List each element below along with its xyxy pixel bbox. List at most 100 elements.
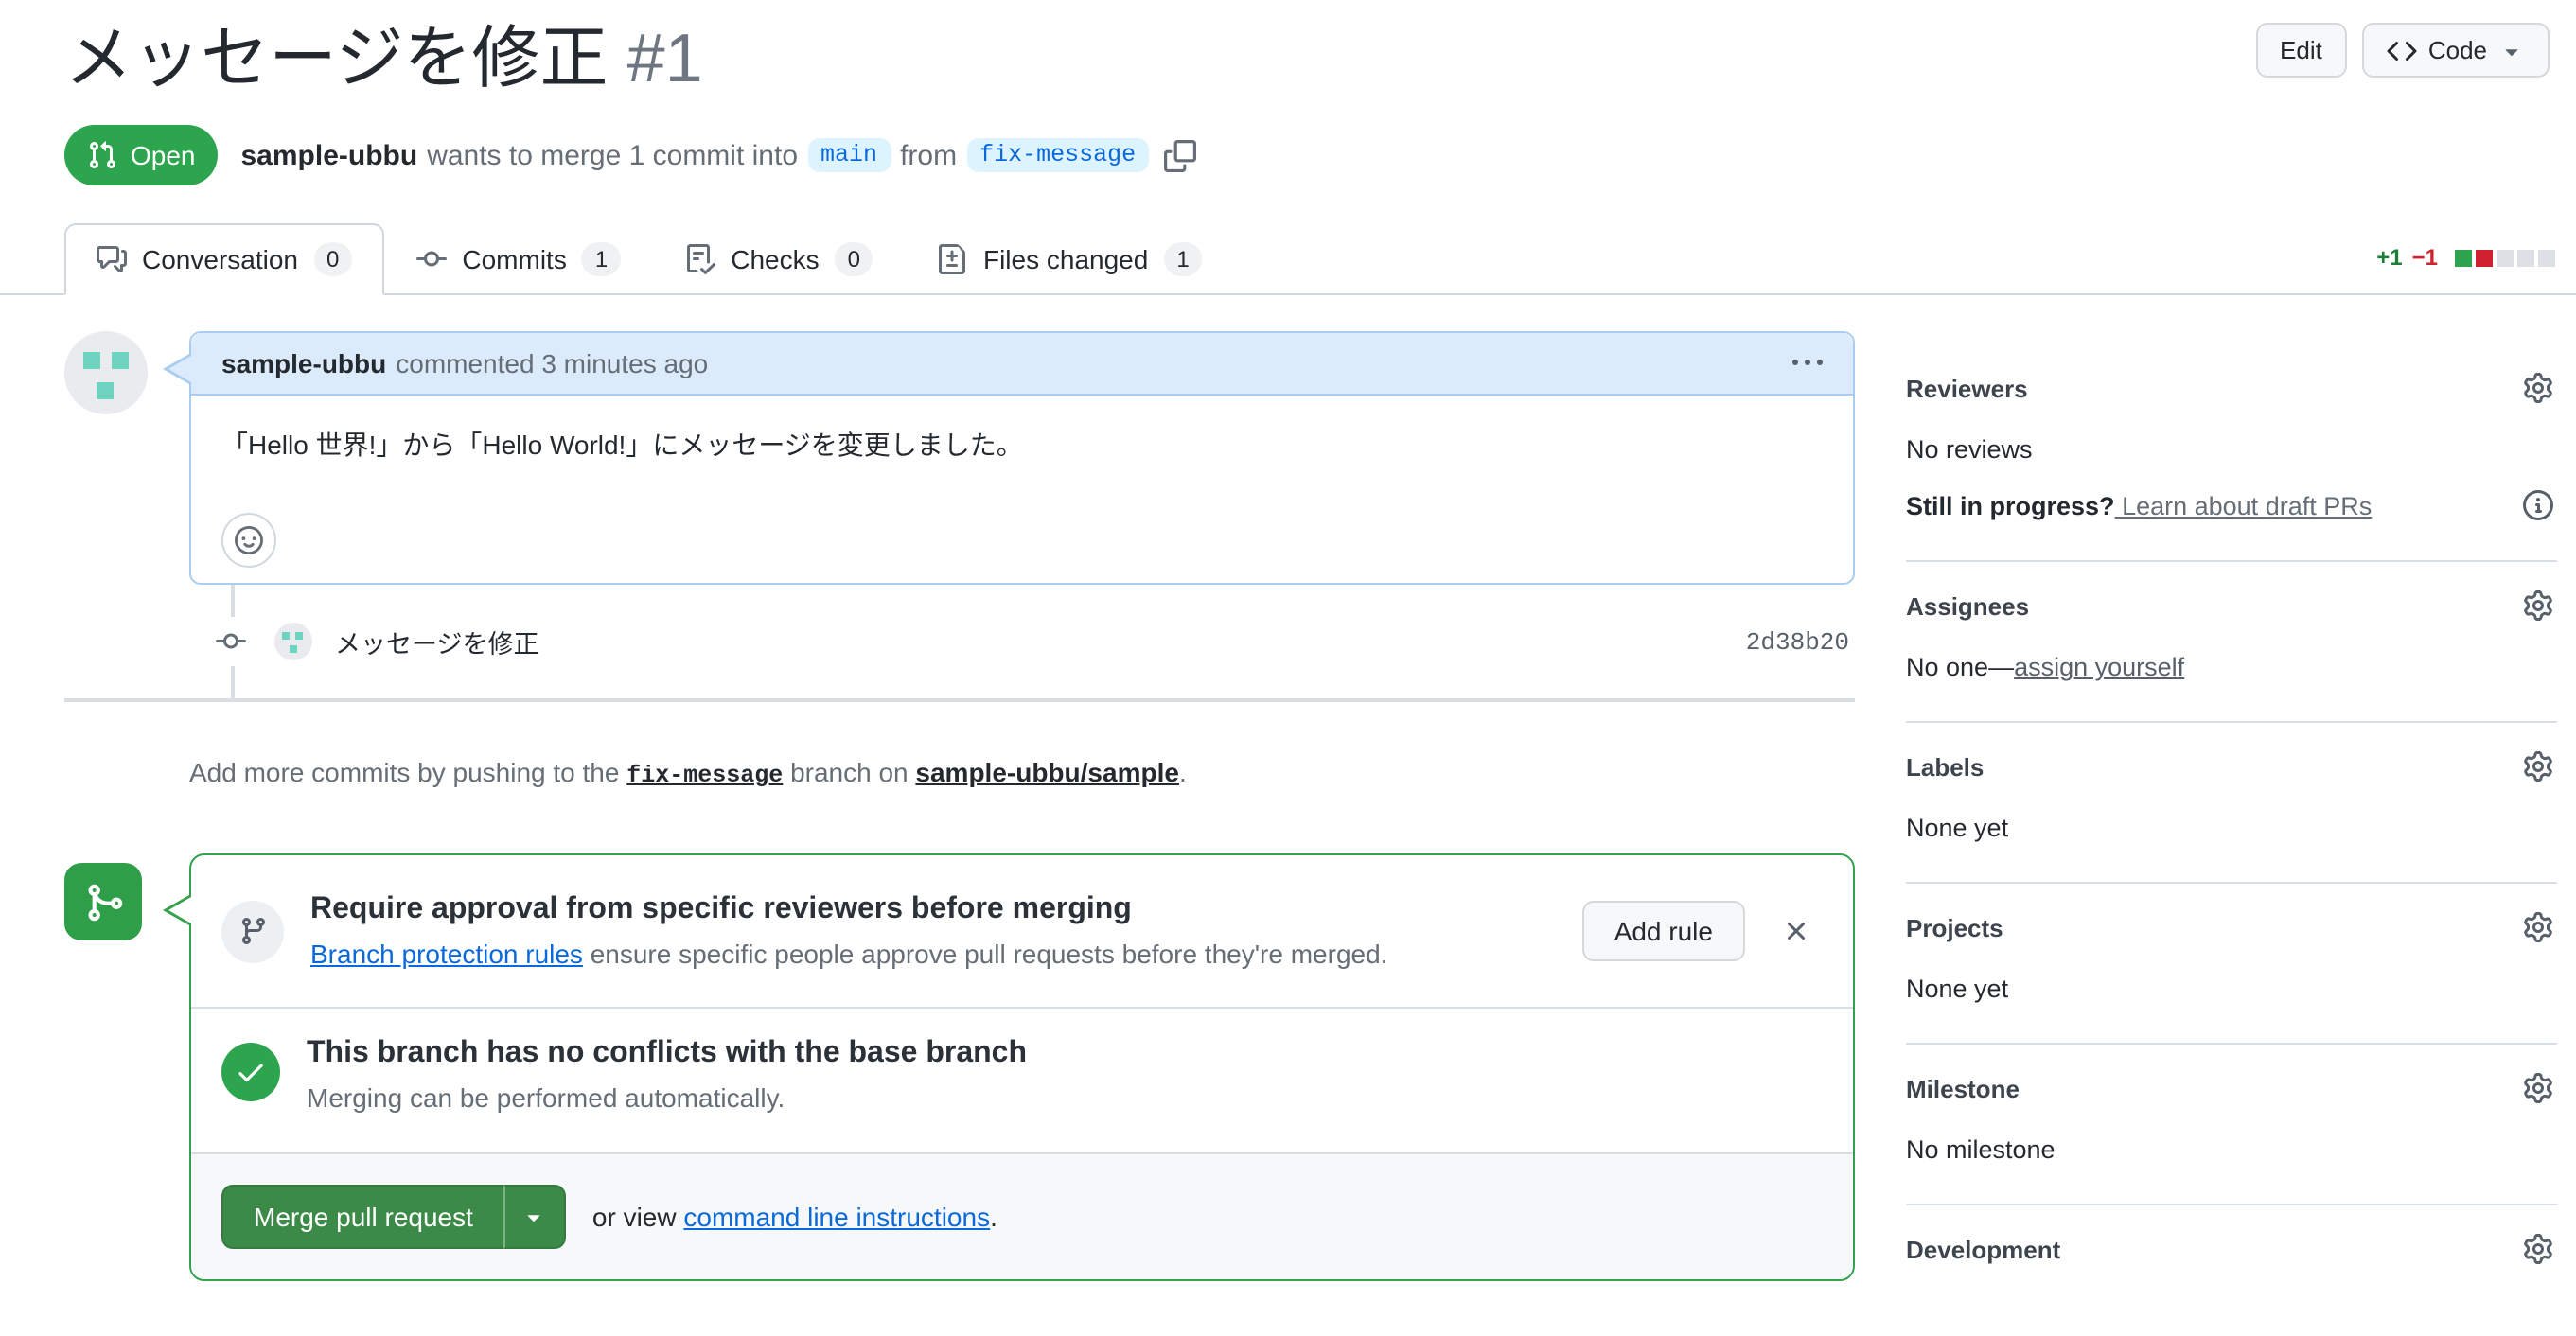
tab-checks[interactable]: Checks 0 xyxy=(653,223,906,295)
command-line-instructions-link[interactable]: command line instructions xyxy=(683,1202,990,1232)
projects-title: Projects xyxy=(1906,913,2003,941)
diffstat-deletions: −1 xyxy=(2411,244,2438,271)
assignees-title: Assignees xyxy=(1906,591,2030,620)
git-commit-icon xyxy=(216,617,246,666)
sidebar-section-milestone: Milestone No milestone xyxy=(1906,1045,2557,1205)
development-gear-icon[interactable] xyxy=(2523,1234,2553,1264)
tab-counter: 1 xyxy=(581,242,622,276)
base-branch-label[interactable]: main xyxy=(807,138,891,172)
tab-counter: 0 xyxy=(834,242,873,276)
comment-body: 「Hello 世界!」から「Hello World!」にメッセージを変更しました… xyxy=(191,396,1853,583)
avatar[interactable] xyxy=(64,331,148,414)
commit-sha[interactable]: 2d38b20 xyxy=(1746,627,1849,656)
projects-empty-text: None yet xyxy=(1906,975,2009,1003)
or-view-text: or view xyxy=(591,1202,684,1232)
draft-prompt-bold: Still in progress? xyxy=(1906,491,2115,519)
git-pull-request-icon xyxy=(87,140,117,170)
assign-yourself-link[interactable]: assign yourself xyxy=(2014,653,2184,681)
pr-state-label: Open xyxy=(131,140,196,170)
pr-description: sample-ubbu wants to merge 1 commit into… xyxy=(241,138,1197,172)
pr-number: #1 xyxy=(626,19,703,97)
tab-commits[interactable]: Commits 1 xyxy=(384,223,653,295)
projects-gear-icon[interactable] xyxy=(2523,912,2553,942)
merge-options-dropdown[interactable] xyxy=(503,1185,566,1249)
branch-protection-rest: ensure specific people approve pull requ… xyxy=(582,939,1388,969)
git-commit-icon xyxy=(416,244,447,274)
file-diff-icon xyxy=(938,244,968,274)
copy-branch-button[interactable] xyxy=(1164,139,1196,171)
page-title: メッセージを修正 #1 xyxy=(64,15,703,100)
code-icon xyxy=(2387,35,2417,65)
learn-draft-prs-link[interactable]: Learn about draft PRs xyxy=(2115,491,2372,519)
pr-author[interactable]: sample-ubbu xyxy=(241,139,418,171)
checklist-icon xyxy=(685,244,715,274)
tab-counter: 0 xyxy=(313,242,353,276)
timeline-divider xyxy=(64,698,1855,702)
triangle-down-icon xyxy=(521,1204,548,1230)
assignees-empty-text: No one— xyxy=(1906,653,2015,681)
draft-pr-prompt: Still in progress? Learn about draft PRs xyxy=(1906,491,2372,519)
merge-box: Require approval from specific reviewers… xyxy=(163,853,1855,1281)
dismiss-button[interactable] xyxy=(1781,916,1811,946)
add-rule-label: Add rule xyxy=(1614,916,1713,946)
diffstat-blocks xyxy=(2455,249,2555,266)
commit-row: メッセージを修正 2d38b20 xyxy=(64,585,1855,698)
code-button-label: Code xyxy=(2427,36,2487,64)
tab-conversation[interactable]: Conversation 0 xyxy=(64,223,385,295)
labels-title: Labels xyxy=(1906,752,1985,781)
diffstat-additions: +1 xyxy=(2376,244,2403,271)
diffstat: +1 −1 xyxy=(2376,244,2555,271)
comment-text: 「Hello 世界!」から「Hello World!」にメッセージを変更しました… xyxy=(221,430,1023,460)
pull-request-page: メッセージを修正 #1 Edit Code Open sample-ubbu w… xyxy=(0,0,2576,1336)
edit-button-label: Edit xyxy=(2280,36,2322,64)
git-branch-icon xyxy=(221,900,284,962)
commit-avatar[interactable] xyxy=(274,623,312,660)
push-note-period: . xyxy=(1178,757,1187,787)
comment-discussion-icon xyxy=(97,244,127,274)
commit-message[interactable]: メッセージを修正 xyxy=(335,623,538,660)
code-button[interactable]: Code xyxy=(2361,23,2550,78)
tab-counter: 1 xyxy=(1163,242,1203,276)
smiley-icon xyxy=(235,526,263,554)
merge-pull-request-button[interactable]: Merge pull request xyxy=(221,1185,503,1249)
branch-protection-rules-link[interactable]: Branch protection rules xyxy=(310,939,583,969)
comment-options-button[interactable] xyxy=(1792,348,1823,378)
push-note-repo-link[interactable]: sample-ubbu/sample xyxy=(915,757,1179,787)
info-icon[interactable] xyxy=(2523,490,2553,520)
mergeability-title: This branch has no conflicts with the ba… xyxy=(307,1037,1028,1069)
sidebar-section-reviewers: Reviewers No reviews Still in progress? … xyxy=(1906,344,2557,562)
branch-protection-row: Require approval from specific reviewers… xyxy=(191,855,1853,1007)
labels-gear-icon[interactable] xyxy=(2523,751,2553,782)
merge-button-label: Merge pull request xyxy=(254,1202,473,1232)
chevron-down-icon xyxy=(2498,37,2525,63)
merge-actions: Merge pull request or view command line … xyxy=(191,1152,1853,1279)
comment-author[interactable]: sample-ubbu xyxy=(221,348,386,378)
tab-files-changed[interactable]: Files changed 1 xyxy=(906,223,1235,295)
push-note-text: Add more commits by pushing to the xyxy=(189,757,620,787)
labels-empty-text: None yet xyxy=(1906,814,2009,842)
sidebar-section-assignees: Assignees No one—assign yourself xyxy=(1906,562,2557,723)
push-note-branch-link[interactable]: fix-message xyxy=(626,763,783,789)
head-branch-label[interactable]: fix-message xyxy=(966,138,1150,172)
push-note: Add more commits by pushing to the fix-m… xyxy=(189,757,1855,789)
sidebar-section-projects: Projects None yet xyxy=(1906,884,2557,1045)
tab-label: Commits xyxy=(462,244,567,274)
assignees-gear-icon[interactable] xyxy=(2523,590,2553,621)
add-rule-button[interactable]: Add rule xyxy=(1581,901,1745,961)
tab-label: Files changed xyxy=(982,244,1149,274)
milestone-gear-icon[interactable] xyxy=(2523,1073,2553,1103)
comment-box: sample-ubbu commented 3 minutes ago 「Hel… xyxy=(163,331,1855,585)
tab-label: Conversation xyxy=(142,244,298,274)
from-text: from xyxy=(900,139,958,171)
pr-title-text: メッセージを修正 xyxy=(64,19,609,97)
pr-header: メッセージを修正 #1 Edit Code Open sample-ubbu w… xyxy=(0,0,2576,185)
edit-button[interactable]: Edit xyxy=(2255,23,2347,78)
push-note-text: branch on xyxy=(790,757,909,787)
sidebar-section-development: Development xyxy=(1906,1205,2557,1304)
reviewers-gear-icon[interactable] xyxy=(2523,373,2553,403)
cli-instructions-text: or view command line instructions. xyxy=(592,1202,997,1232)
tab-label: Checks xyxy=(731,244,820,274)
copy-icon xyxy=(1164,139,1196,171)
add-reaction-button[interactable] xyxy=(221,513,276,568)
comment-timestamp: commented 3 minutes ago xyxy=(396,348,709,378)
